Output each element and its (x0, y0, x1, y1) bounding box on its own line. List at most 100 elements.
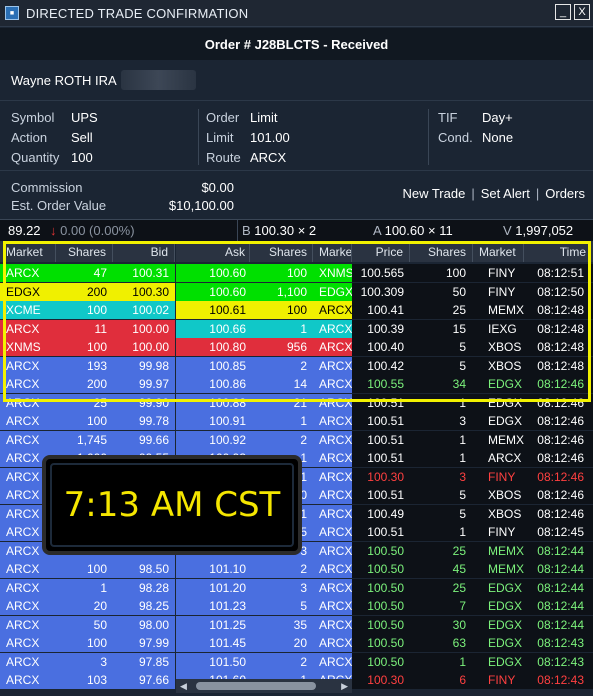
trade-row[interactable]: 100.42 5 XBOS 08:12:48 (352, 356, 593, 375)
ask-row[interactable]: 100.60 100 XNMS (176, 264, 352, 282)
bid-row[interactable]: ARCX 103 97.66 (0, 671, 175, 689)
trade-row[interactable]: 100.39 15 IEXG 08:12:48 (352, 319, 593, 338)
trade-row[interactable]: 100.50 45 MEMX 08:12:44 (352, 560, 593, 578)
header-ask-market[interactable]: Market (313, 241, 352, 262)
header-trade-shares[interactable]: Shares (410, 241, 473, 262)
trade-row[interactable]: 100.309 50 FINY 08:12:50 (352, 282, 593, 301)
trade-row[interactable]: 100.50 1 EDGX 08:12:43 (352, 652, 593, 671)
header-trade-market[interactable]: Market (473, 241, 524, 262)
header-ask-shares[interactable]: Shares (250, 241, 313, 262)
ask-row[interactable]: 100.80 956 ARCX (176, 338, 352, 356)
trade-time: 08:12:44 (537, 580, 584, 595)
bid-row[interactable]: ARCX 11 100.00 (0, 319, 175, 338)
scroll-left-icon[interactable]: ◀ (180, 679, 187, 693)
ask-row[interactable]: 100.88 21 ARCX (176, 393, 352, 412)
trade-row[interactable]: 100.50 7 EDGX 08:12:44 (352, 597, 593, 615)
header-market[interactable]: Market (0, 241, 56, 262)
bid-row[interactable]: ARCX 20 98.25 (0, 597, 175, 615)
bid-price: 99.97 (138, 377, 169, 391)
trade-row[interactable]: 100.51 5 XBOS 08:12:46 (352, 486, 593, 504)
close-button[interactable]: X (574, 4, 590, 20)
bid-row[interactable]: EDGX 200 100.30 (0, 282, 175, 301)
bid-row[interactable]: ARCX 193 99.98 (0, 356, 175, 375)
trade-shares: 6 (459, 673, 466, 687)
header-ask[interactable]: Ask (176, 241, 250, 262)
bid-shares: 11 (94, 321, 107, 336)
trade-row[interactable]: 100.51 1 FINY 08:12:45 (352, 523, 593, 541)
ask-market: ARCX (319, 488, 352, 502)
trade-row[interactable]: 100.50 63 EDGX 08:12:43 (352, 634, 593, 652)
trade-shares: 1 (459, 654, 466, 669)
trade-row[interactable]: 100.30 6 FINY 08:12:43 (352, 671, 593, 689)
bid-market: ARCX (6, 673, 40, 687)
ask-market: ARCX (319, 506, 352, 521)
scroll-thumb[interactable] (196, 682, 316, 690)
ask-row[interactable]: 100.91 1 ARCX (176, 412, 352, 430)
bid-row[interactable]: ARCX 100 99.78 (0, 412, 175, 430)
ask-row[interactable]: 101.10 2 ARCX (176, 560, 352, 578)
header-time[interactable]: Time (524, 241, 593, 262)
symbol-value: UPS (71, 110, 98, 125)
ask-row[interactable]: 101.45 20 ARCX (176, 634, 352, 652)
minimize-button[interactable]: _ (555, 4, 571, 20)
limit-label: Limit (206, 130, 234, 145)
trade-price: 100.30 (367, 469, 404, 484)
trade-price: 100.51 (367, 451, 404, 465)
ask-row[interactable]: 100.60 1,100 EDGX (176, 282, 352, 301)
trade-row[interactable]: 100.51 1 ARCX 08:12:46 (352, 449, 593, 467)
trade-row[interactable]: 100.41 25 MEMX 08:12:48 (352, 301, 593, 319)
ask-row[interactable]: 101.23 5 ARCX (176, 597, 352, 615)
bid-prefix: B (242, 223, 251, 238)
trade-row[interactable]: 100.51 1 MEMX 08:12:46 (352, 430, 593, 449)
trade-price: 100.565 (360, 266, 404, 280)
set-alert-link[interactable]: Set Alert (475, 186, 536, 201)
header-shares[interactable]: Shares (56, 241, 113, 262)
bid-row[interactable]: ARCX 50 98.00 (0, 615, 175, 634)
bid-row[interactable]: ARCX 200 99.97 (0, 375, 175, 393)
ask-row[interactable]: 100.61 100 ARCX (176, 301, 352, 319)
trade-row[interactable]: 100.50 25 MEMX 08:12:44 (352, 541, 593, 560)
ask-row[interactable]: 101.20 3 ARCX (176, 578, 352, 597)
orders-link[interactable]: Orders (539, 186, 591, 201)
bid-row[interactable]: ARCX 47 100.31 (0, 264, 175, 282)
bid-row[interactable]: ARCX 100 98.50 (0, 560, 175, 578)
ask-price: 101.45 (209, 636, 246, 650)
ask-row[interactable]: 100.66 1 ARCX (176, 319, 352, 338)
ask-row[interactable]: 101.25 35 ARCX (176, 615, 352, 634)
horizontal-scrollbar[interactable]: ◀ ▶ (176, 679, 352, 693)
ask-row[interactable]: 100.86 14 ARCX (176, 375, 352, 393)
header-market-label: Market (6, 245, 43, 259)
bid-row[interactable]: ARCX 3 97.85 (0, 652, 175, 671)
new-trade-link[interactable]: New Trade (396, 186, 471, 201)
ask-size: × 11 (427, 223, 453, 238)
bid-row[interactable]: ARCX 1,745 99.66 (0, 430, 175, 449)
ask-row[interactable]: 101.50 2 ARCX (176, 652, 352, 671)
trade-row[interactable]: 100.50 25 EDGX 08:12:44 (352, 578, 593, 597)
ask-row[interactable]: 100.85 2 ARCX (176, 356, 352, 375)
bid-row[interactable]: XNMS 100 100.00 (0, 338, 175, 356)
trade-row[interactable]: 100.51 3 EDGX 08:12:46 (352, 412, 593, 430)
trade-row[interactable]: 100.50 30 EDGX 08:12:44 (352, 615, 593, 634)
trade-row[interactable]: 100.565 100 FINY 08:12:51 (352, 264, 593, 282)
trade-row[interactable]: 100.51 1 EDGX 08:12:46 (352, 393, 593, 412)
trade-time: 08:12:46 (537, 414, 584, 428)
bid-row[interactable]: ARCX 1 98.28 (0, 578, 175, 597)
scroll-right-icon[interactable]: ▶ (341, 679, 348, 693)
trade-row[interactable]: 100.49 5 XBOS 08:12:46 (352, 504, 593, 523)
bid-row[interactable]: XCME 100 100.02 (0, 301, 175, 319)
bid-price: 100.02 (132, 303, 169, 317)
trade-row[interactable]: 100.30 3 FINY 08:12:46 (352, 467, 593, 486)
quantity-label: Quantity (11, 150, 60, 165)
header-price[interactable]: Price (352, 241, 410, 262)
header-bid[interactable]: Bid (113, 241, 175, 262)
trade-row[interactable]: 100.55 34 EDGX 08:12:46 (352, 375, 593, 393)
trade-shares: 5 (459, 340, 466, 354)
quote-bar: 89.22 ↓ 0.00 (0.00%) B 100.30 × 2 A 100.… (0, 219, 593, 241)
bid-shares: 103 (86, 673, 107, 687)
bid-row[interactable]: ARCX 25 99.90 (0, 393, 175, 412)
bid-row[interactable]: ARCX 100 97.99 (0, 634, 175, 652)
commission-label: Commission (11, 180, 83, 195)
trade-row[interactable]: 100.40 5 XBOS 08:12:48 (352, 338, 593, 356)
ask-row[interactable]: 100.92 2 ARCX (176, 430, 352, 449)
bid-shares: 1,745 (76, 432, 107, 447)
